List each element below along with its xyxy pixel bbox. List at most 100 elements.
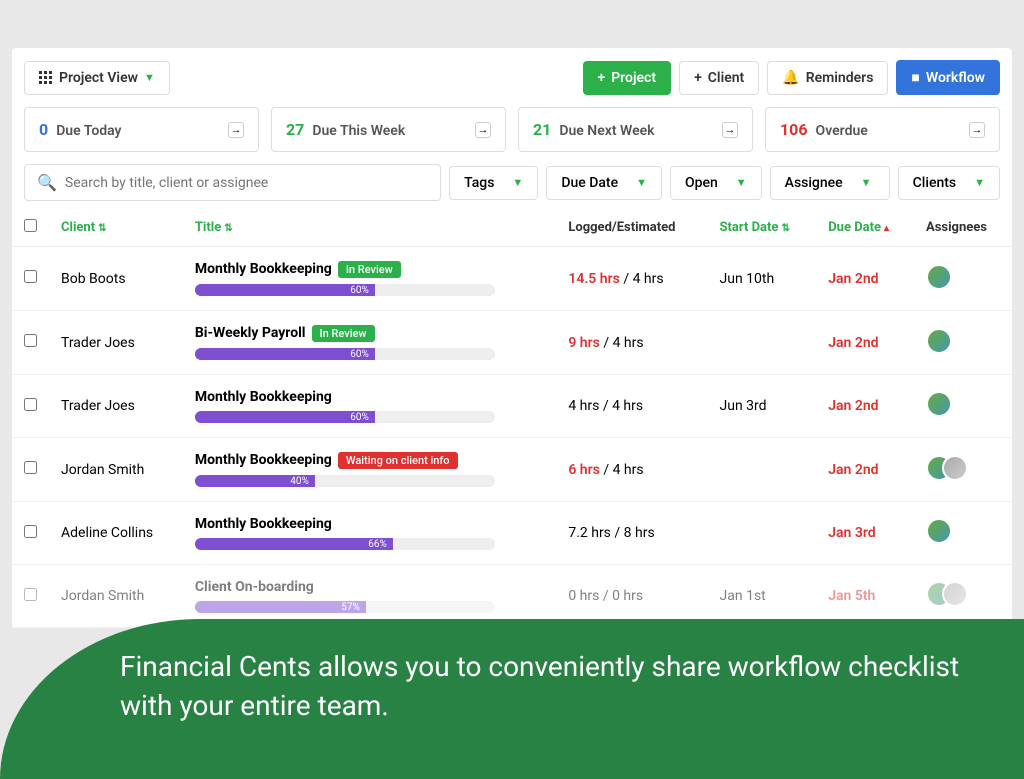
plus-icon: +: [598, 70, 606, 86]
table-row[interactable]: Jordan Smith Monthly BookkeepingWaiting …: [12, 438, 1012, 502]
status-badge: In Review: [312, 325, 375, 342]
col-due[interactable]: Due Date▴: [816, 209, 914, 247]
title-cell: Monthly BookkeepingIn Review: [195, 261, 544, 278]
table-row[interactable]: Bob Boots Monthly BookkeepingIn Review 6…: [12, 247, 1012, 311]
stat-card[interactable]: 21Due Next Week→: [518, 107, 753, 152]
progress-bar: 60%: [195, 284, 495, 296]
col-client[interactable]: Client⇅: [49, 209, 183, 247]
client-cell: Jordan Smith: [49, 438, 183, 502]
stat-card[interactable]: 106 Overdue →: [765, 107, 1000, 152]
table-row[interactable]: Adeline Collins Monthly Bookkeeping 66% …: [12, 502, 1012, 565]
title-cell: Monthly BookkeepingWaiting on client inf…: [195, 452, 544, 469]
chevron-down-icon: ▼: [736, 176, 747, 189]
search-input[interactable]: [65, 175, 428, 191]
arrow-right-icon[interactable]: →: [969, 122, 985, 138]
row-checkbox[interactable]: [24, 334, 37, 347]
select-all-checkbox[interactable]: [24, 219, 37, 232]
title-cell: Client On-boarding: [195, 579, 544, 595]
bell-icon: 🔔: [782, 70, 799, 86]
due-date-cell: Jan 2nd: [816, 247, 914, 311]
sort-asc-icon: ▴: [884, 223, 889, 234]
stat-count: 106: [780, 120, 808, 139]
plus-icon: +: [694, 70, 702, 86]
avatar[interactable]: [926, 328, 952, 354]
assignees-cell: [914, 438, 1012, 502]
grid-icon: [39, 71, 53, 85]
filter-clients[interactable]: Clients▼: [898, 166, 1000, 200]
col-title[interactable]: Title⇅: [183, 209, 556, 247]
title-cell: Bi-Weekly PayrollIn Review: [195, 325, 544, 342]
row-checkbox[interactable]: [24, 588, 37, 601]
search-icon: 🔍: [37, 173, 57, 192]
start-date-cell: Jun 10th: [708, 247, 817, 311]
progress-bar: 40%: [195, 475, 495, 487]
avatar[interactable]: [926, 264, 952, 290]
logged-cell: 7.2 hrs / 8 hrs: [556, 502, 707, 565]
due-date-cell: Jan 3rd: [816, 502, 914, 565]
row-checkbox[interactable]: [24, 461, 37, 474]
table-row[interactable]: Trader Joes Bi-Weekly PayrollIn Review 6…: [12, 311, 1012, 375]
col-assignees: Assignees: [914, 209, 1012, 247]
status-badge: Waiting on client info: [338, 452, 458, 469]
table-row[interactable]: Trader Joes Monthly Bookkeeping 60% 4 hr…: [12, 375, 1012, 438]
search-input-wrapper[interactable]: 🔍: [24, 164, 441, 201]
sort-icon: ⇅: [781, 223, 789, 234]
new-project-button[interactable]: + Project: [583, 61, 672, 95]
col-start[interactable]: Start Date⇅: [708, 209, 817, 247]
project-view-dropdown[interactable]: Project View ▼: [24, 61, 170, 95]
workflow-button[interactable]: ■ Workflow: [896, 60, 1000, 95]
stat-card[interactable]: 0 Due Today →: [24, 107, 259, 152]
assignees-cell: [914, 311, 1012, 375]
logged-cell: 14.5 hrs / 4 hrs: [556, 247, 707, 311]
filter-tags[interactable]: Tags▼: [449, 166, 538, 200]
start-date-cell: [708, 502, 817, 565]
status-badge: In Review: [338, 261, 401, 278]
start-date-cell: [708, 311, 817, 375]
due-date-cell: Jan 2nd: [816, 438, 914, 502]
stat-count: 0: [39, 120, 48, 139]
client-cell: Trader Joes: [49, 375, 183, 438]
chevron-down-icon: ▼: [636, 176, 647, 189]
sort-icon: ⇅: [224, 223, 232, 234]
banner-text: Financial Cents allows you to convenient…: [0, 619, 1024, 725]
progress-bar: 66%: [195, 538, 495, 550]
assignees-cell: [914, 502, 1012, 565]
filter-due-date[interactable]: Due Date▼: [546, 166, 662, 200]
new-client-button[interactable]: + Client: [679, 61, 759, 95]
arrow-right-icon[interactable]: →: [228, 122, 244, 138]
arrow-right-icon[interactable]: →: [475, 122, 491, 138]
filter-open[interactable]: Open▼: [670, 166, 762, 200]
video-icon: ■: [911, 69, 919, 86]
stat-card[interactable]: 27 Due This Week →: [271, 107, 506, 152]
stat-count: 27: [286, 120, 304, 139]
chevron-down-icon: ▼: [512, 176, 523, 189]
row-checkbox[interactable]: [24, 525, 37, 538]
stat-count: 21: [533, 120, 551, 139]
title-cell: Monthly Bookkeeping: [195, 516, 544, 532]
stat-label: Due This Week: [312, 123, 405, 139]
logged-cell: 4 hrs / 4 hrs: [556, 375, 707, 438]
stat-label: Overdue: [816, 123, 868, 139]
logged-cell: 6 hrs / 4 hrs: [556, 438, 707, 502]
avatar[interactable]: [926, 518, 952, 544]
logged-cell: 9 hrs / 4 hrs: [556, 311, 707, 375]
stat-label: Due Today: [56, 123, 121, 139]
reminders-button[interactable]: 🔔 Reminders: [767, 61, 888, 95]
avatar[interactable]: [942, 455, 968, 481]
filter-assignee[interactable]: Assignee▼: [770, 166, 890, 200]
promo-banner: Financial Cents allows you to convenient…: [0, 619, 1024, 779]
title-cell: Monthly Bookkeeping: [195, 389, 544, 405]
row-checkbox[interactable]: [24, 398, 37, 411]
avatar[interactable]: [942, 581, 968, 607]
start-date-cell: [708, 438, 817, 502]
assignees-cell: [914, 375, 1012, 438]
row-checkbox[interactable]: [24, 270, 37, 283]
view-label: Project View: [59, 70, 138, 86]
client-cell: Bob Boots: [49, 247, 183, 311]
avatar[interactable]: [926, 391, 952, 417]
sort-icon: ⇅: [98, 223, 106, 234]
chevron-down-icon: ▼: [974, 176, 985, 189]
col-logged: Logged/Estimated: [556, 209, 707, 247]
arrow-right-icon[interactable]: →: [722, 122, 738, 138]
client-cell: Trader Joes: [49, 311, 183, 375]
